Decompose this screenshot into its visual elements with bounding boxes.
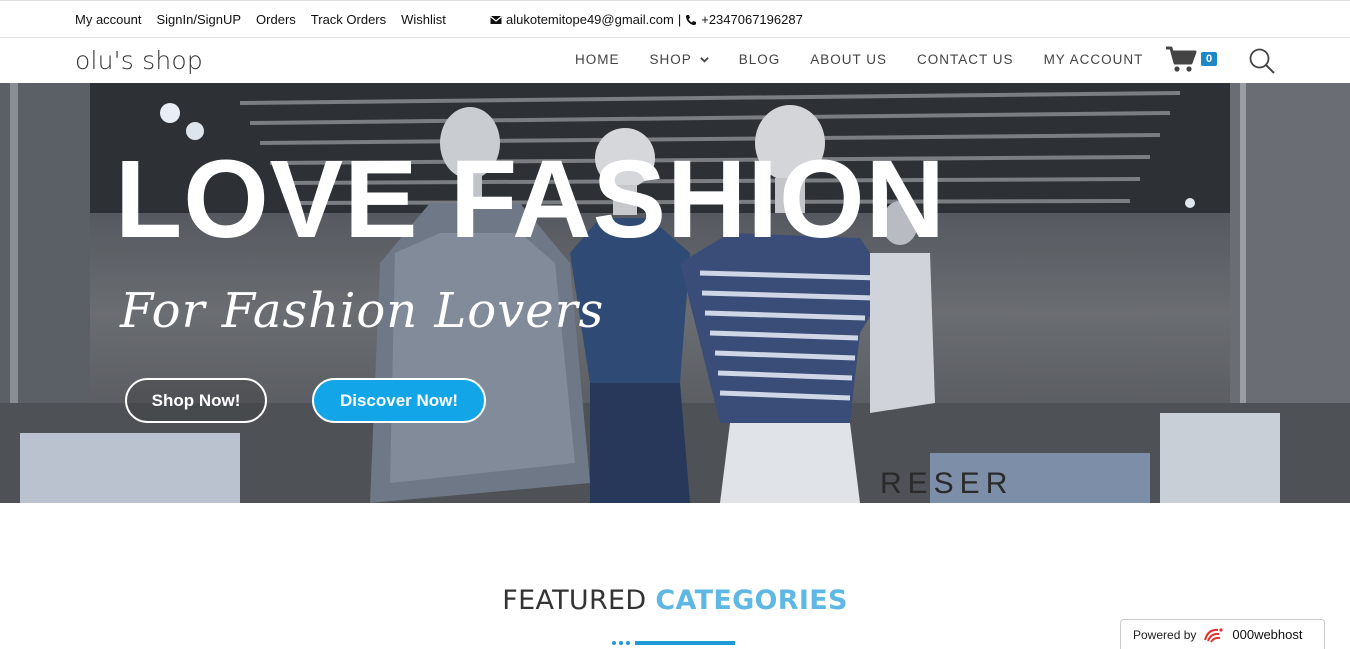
featured-heading-part2: CATEGORIES [655, 585, 848, 616]
contact-separator: | [677, 12, 682, 27]
site-logo[interactable]: olu's shop [75, 46, 203, 75]
underline-bar [635, 641, 735, 645]
search-icon [1249, 48, 1275, 74]
top-link-orders[interactable]: Orders [256, 12, 296, 27]
cart-count-badge: 0 [1201, 52, 1218, 66]
nav-about-us[interactable]: ABOUT US [810, 52, 887, 67]
underline-dot [612, 641, 616, 645]
powered-by-label: Powered by [1133, 627, 1197, 642]
discover-now-button[interactable]: Discover Now! [312, 378, 486, 423]
phone-icon [686, 14, 697, 25]
nav-my-account[interactable]: MY ACCOUNT [1044, 52, 1144, 67]
top-link-signin-signup[interactable]: SignIn/SignUP [156, 12, 241, 27]
nav-my-account-label: MY ACCOUNT [1043, 52, 1144, 67]
envelope-icon [490, 15, 502, 24]
nav-blog[interactable]: BLOG [739, 52, 781, 67]
underline-dot [619, 641, 623, 645]
contact-phone[interactable]: +2347067196287 [701, 12, 803, 27]
top-link-my-account[interactable]: My account [75, 12, 141, 27]
webhost-logo-icon [1204, 627, 1223, 643]
cart-button[interactable]: 0 [1165, 45, 1218, 73]
top-bar: My account SignIn/SignUP Orders Track Or… [0, 0, 1350, 38]
top-link-wishlist[interactable]: Wishlist [401, 12, 446, 27]
nav-shop[interactable]: SHOP [650, 52, 709, 67]
underline-dot [626, 641, 630, 645]
powered-by-brand: 000webhost [1232, 627, 1303, 642]
hero-banner: RESER LOVE FASHION For Fashion Lovers Sh… [0, 83, 1350, 503]
shop-now-button[interactable]: Shop Now! [125, 378, 267, 423]
powered-by-badge[interactable]: Powered by 000webhost [1120, 619, 1325, 649]
featured-heading-part1: FEATURED [502, 585, 647, 616]
nav-blog-label: BLOG [738, 52, 781, 67]
top-link-track-orders[interactable]: Track Orders [311, 12, 386, 27]
contact-info: alukotemitope49@gmail.com | +23470671962… [490, 12, 803, 27]
nav-home-label: HOME [575, 52, 620, 67]
chevron-down-icon [700, 57, 709, 63]
nav-about-us-label: ABOUT US [810, 52, 888, 67]
hero-subtitle: For Fashion Lovers [120, 283, 605, 339]
nav-contact-us[interactable]: CONTACT US [917, 52, 1014, 67]
search-button[interactable] [1248, 47, 1276, 80]
heading-underline [612, 641, 735, 645]
top-links: My account SignIn/SignUP Orders Track Or… [75, 12, 446, 27]
nav-home[interactable]: HOME [575, 52, 620, 67]
main-navbar: olu's shop HOME SHOP BLOG ABOUT US CONTA… [0, 38, 1350, 83]
hero-sign-text: RESER [880, 467, 1013, 500]
hero-title: LOVE FASHION [115, 138, 946, 261]
featured-categories-heading: FEATURED CATEGORIES [0, 585, 1350, 616]
main-nav: HOME SHOP BLOG ABOUT US CONTACT US MY AC… [575, 52, 1173, 67]
contact-email[interactable]: alukotemitope49@gmail.com [506, 12, 674, 27]
nav-shop-label: SHOP [649, 52, 692, 67]
nav-contact-us-label: CONTACT US [917, 52, 1014, 67]
cart-icon [1166, 46, 1197, 72]
